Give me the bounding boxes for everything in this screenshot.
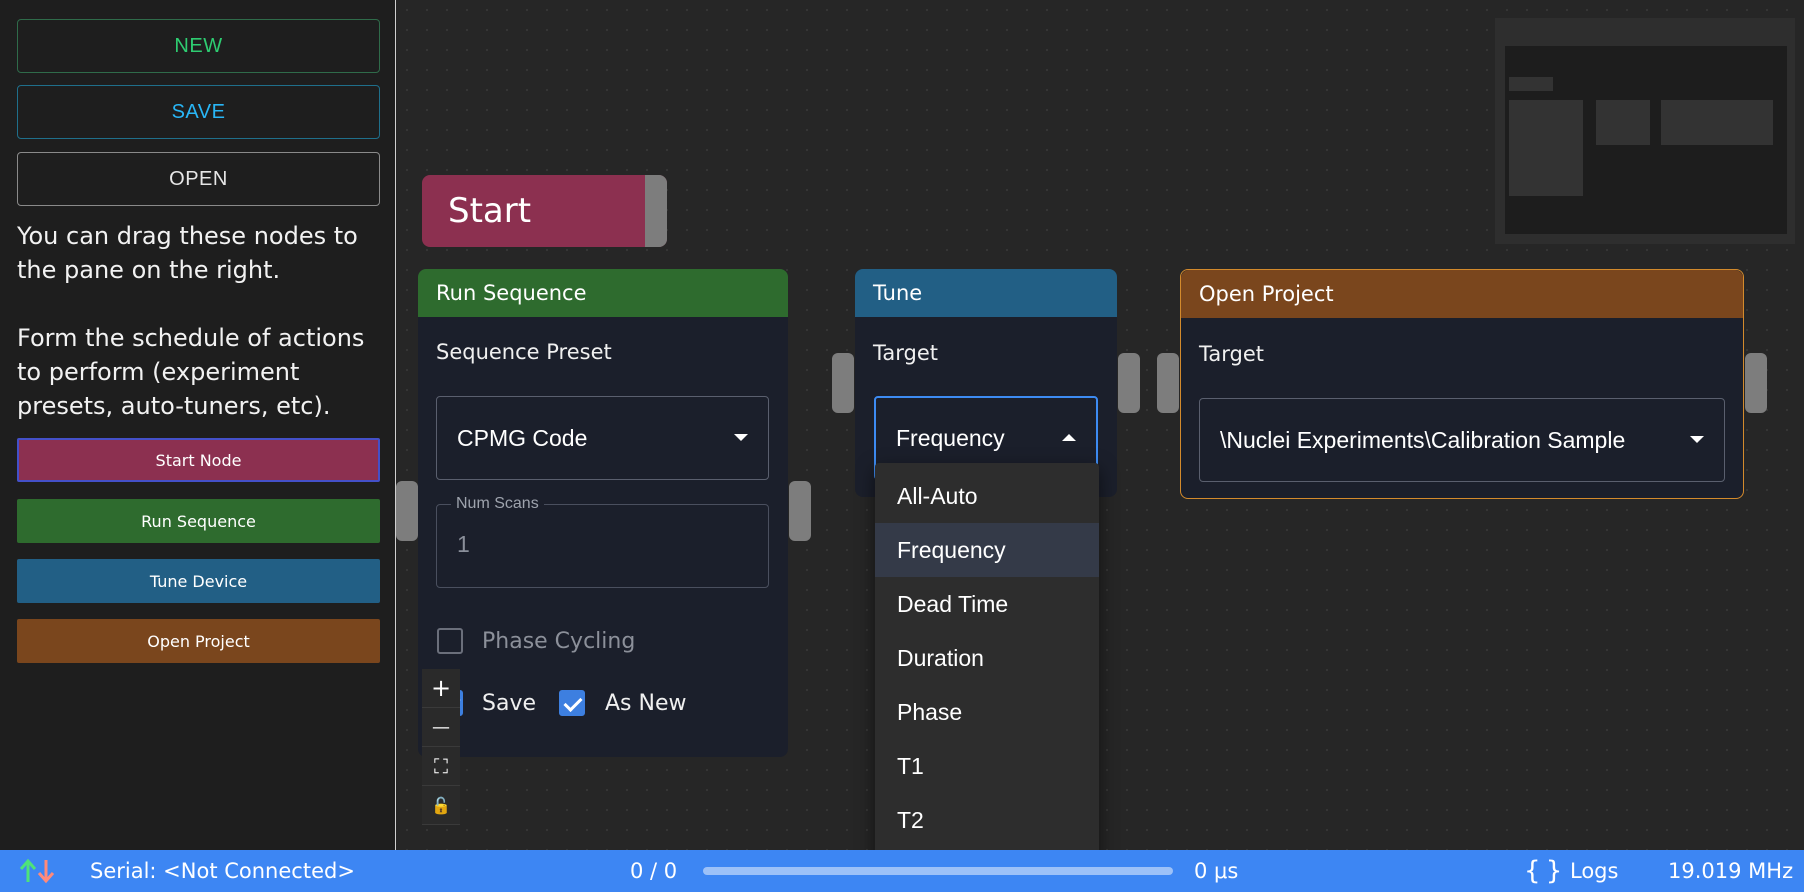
drag-hint-text: You can drag these nodes to the pane on …: [17, 222, 358, 284]
save-label: Save: [482, 691, 537, 716]
start-node-label: Start: [448, 191, 532, 231]
logs-button[interactable]: Logs: [1570, 850, 1618, 892]
lock-toggle-button[interactable]: 🔓: [422, 786, 460, 825]
open-project-input-handle[interactable]: [1157, 353, 1179, 413]
tune-header: Tune: [855, 269, 1117, 317]
open-project-node[interactable]: Open Project Target \Nuclei Experiments\…: [1180, 269, 1744, 499]
serial-status: Serial: <Not Connected>: [90, 859, 355, 883]
menu-item-frequency[interactable]: Frequency: [875, 523, 1099, 577]
up-down-arrows-icon: [19, 858, 55, 884]
logs-icon: { }: [1524, 856, 1563, 886]
frequency-readout: 19.019 MHz: [1668, 859, 1794, 883]
num-scans-label: Num Scans: [451, 495, 544, 513]
status-bar: Serial: <Not Connected> 0 / 0 0 μs { } L…: [0, 850, 1804, 892]
schedule-hint-text: Form the schedule of actions to perform …: [17, 324, 365, 420]
run-sequence-header: Run Sequence: [418, 269, 788, 317]
open-button[interactable]: OPEN: [17, 152, 380, 206]
elapsed-time: 0 μs: [1194, 859, 1239, 883]
phase-cycling-label: Phase Cycling: [482, 629, 636, 654]
phase-cycling-checkbox[interactable]: [437, 628, 463, 654]
num-scans-field[interactable]: Num Scans 1: [436, 495, 769, 588]
open-project-target-value: \Nuclei Experiments\Calibration Sample: [1220, 426, 1626, 453]
palette-run-sequence[interactable]: Run Sequence: [17, 499, 380, 543]
sequence-preset-label: Sequence Preset: [436, 340, 612, 364]
fit-view-button[interactable]: ⛶: [422, 747, 460, 786]
as-new-checkbox[interactable]: [559, 690, 585, 716]
palette-start-node[interactable]: Start Node: [17, 438, 380, 482]
num-scans-value: 1: [457, 531, 470, 557]
as-new-label: As New: [605, 691, 687, 716]
minimap-node: [1509, 77, 1553, 91]
serial-status-icon: [18, 850, 58, 892]
palette-tune-device[interactable]: Tune Device: [17, 559, 380, 603]
run-sequence-output-handle[interactable]: [789, 481, 811, 541]
tune-input-handle[interactable]: [832, 353, 854, 413]
chevron-down-icon: [734, 434, 748, 441]
start-node[interactable]: Start: [422, 175, 667, 247]
menu-item-phase[interactable]: Phase: [875, 685, 1099, 739]
zoom-controls: + — ⛶ 🔓: [422, 669, 460, 825]
tune-target-menu: All-Auto Frequency Dead Time Duration Ph…: [875, 463, 1099, 864]
chevron-down-icon: [1690, 436, 1704, 443]
palette-open-project[interactable]: Open Project: [17, 619, 380, 663]
open-project-target-label: Target: [1199, 342, 1264, 366]
open-project-target-select[interactable]: \Nuclei Experiments\Calibration Sample: [1199, 398, 1725, 482]
sequence-preset-select[interactable]: CPMG Code: [436, 396, 769, 480]
save-button[interactable]: SAVE: [17, 85, 380, 139]
tune-output-handle[interactable]: [1118, 353, 1140, 413]
open-project-output-handle[interactable]: [1745, 353, 1767, 413]
zoom-in-button[interactable]: +: [422, 669, 460, 708]
minimap[interactable]: [1495, 18, 1795, 244]
run-sequence-node[interactable]: Run Sequence Sequence Preset CPMG Code N…: [418, 269, 788, 757]
tune-target-label: Target: [873, 341, 938, 365]
tune-target-value: Frequency: [896, 424, 1005, 451]
minimap-viewport: [1505, 46, 1787, 234]
zoom-out-button[interactable]: —: [422, 708, 460, 747]
menu-item-t1[interactable]: T1: [875, 739, 1099, 793]
minimap-node: [1596, 100, 1650, 145]
open-project-header: Open Project: [1181, 270, 1743, 318]
chevron-up-icon: [1062, 434, 1076, 441]
run-sequence-input-handle[interactable]: [396, 481, 418, 541]
start-node-handle[interactable]: [645, 175, 667, 247]
sequence-preset-value: CPMG Code: [457, 424, 588, 451]
menu-item-dead-time[interactable]: Dead Time: [875, 577, 1099, 631]
new-button[interactable]: NEW: [17, 19, 380, 73]
progress-bar: [703, 867, 1173, 875]
progress-text: 0 / 0: [630, 859, 678, 883]
minimap-node: [1661, 100, 1773, 145]
menu-item-duration[interactable]: Duration: [875, 631, 1099, 685]
minimap-node: [1509, 100, 1583, 196]
menu-item-all-auto[interactable]: All-Auto: [875, 469, 1099, 523]
menu-item-t2[interactable]: T2: [875, 793, 1099, 847]
sidebar: NEW SAVE OPEN You can drag these nodes t…: [0, 0, 396, 850]
